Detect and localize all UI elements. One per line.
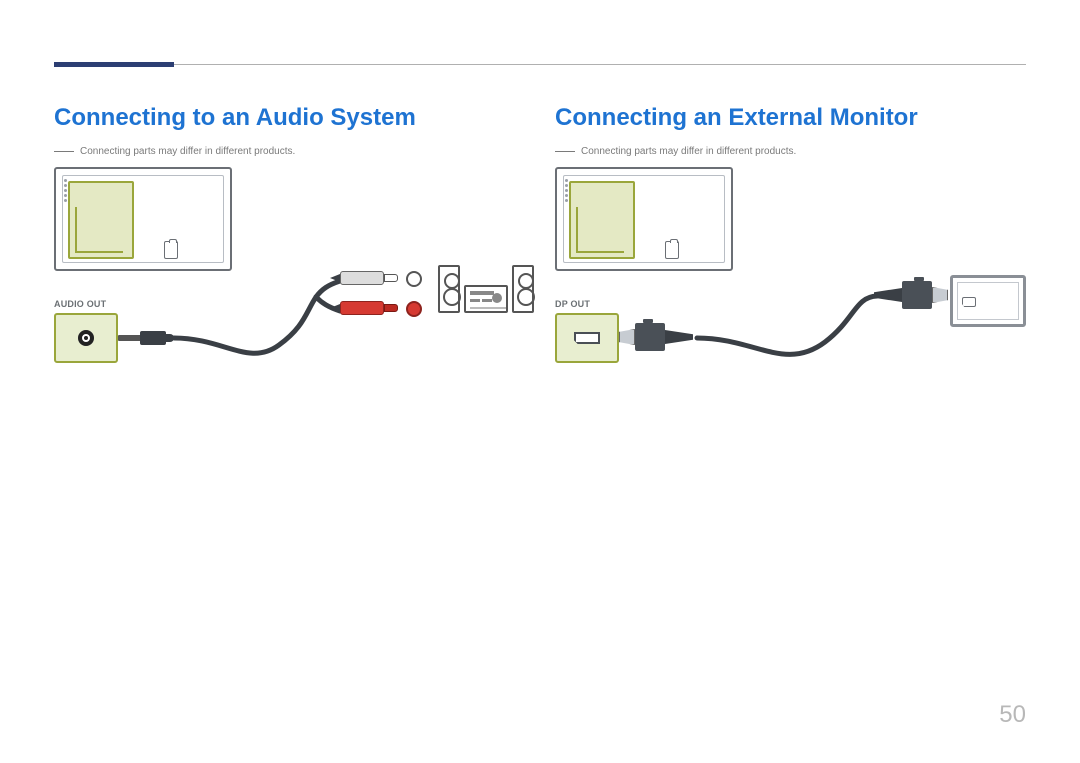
external-monitor-port-icon [962, 297, 976, 307]
external-monitor-icon [950, 275, 1026, 327]
diagram-monitor: DP OUT [555, 167, 1026, 397]
note-dash-icon [54, 151, 74, 152]
content-columns: Connecting to an Audio System Connecting… [54, 104, 1026, 397]
speaker-right-icon [512, 265, 534, 313]
section-title-monitor: Connecting an External Monitor [555, 104, 1026, 132]
rule-thin [54, 64, 1026, 65]
manual-page: Connecting to an Audio System Connecting… [0, 0, 1080, 763]
rca-socket-white-icon [406, 271, 422, 287]
note-text: Connecting parts may differ in different… [581, 146, 796, 157]
audio-receiver-icon [464, 285, 508, 313]
rca-socket-red-icon [406, 301, 422, 317]
speaker-left-icon [438, 265, 460, 313]
page-number: 50 [999, 701, 1026, 729]
section-monitor: Connecting an External Monitor Connectin… [555, 104, 1026, 397]
section-note-monitor: Connecting parts may differ in different… [555, 146, 1026, 157]
section-title-audio: Connecting to an Audio System [54, 104, 525, 132]
rule-thick [54, 62, 174, 67]
diagram-audio: AUDIO OUT [54, 167, 525, 397]
section-audio: Connecting to an Audio System Connecting… [54, 104, 525, 397]
note-dash-icon [555, 151, 575, 152]
note-text: Connecting parts may differ in different… [80, 146, 295, 157]
header-rule [54, 64, 1026, 65]
displayport-plug-dest-icon [870, 279, 948, 313]
section-note-audio: Connecting parts may differ in different… [54, 146, 525, 157]
